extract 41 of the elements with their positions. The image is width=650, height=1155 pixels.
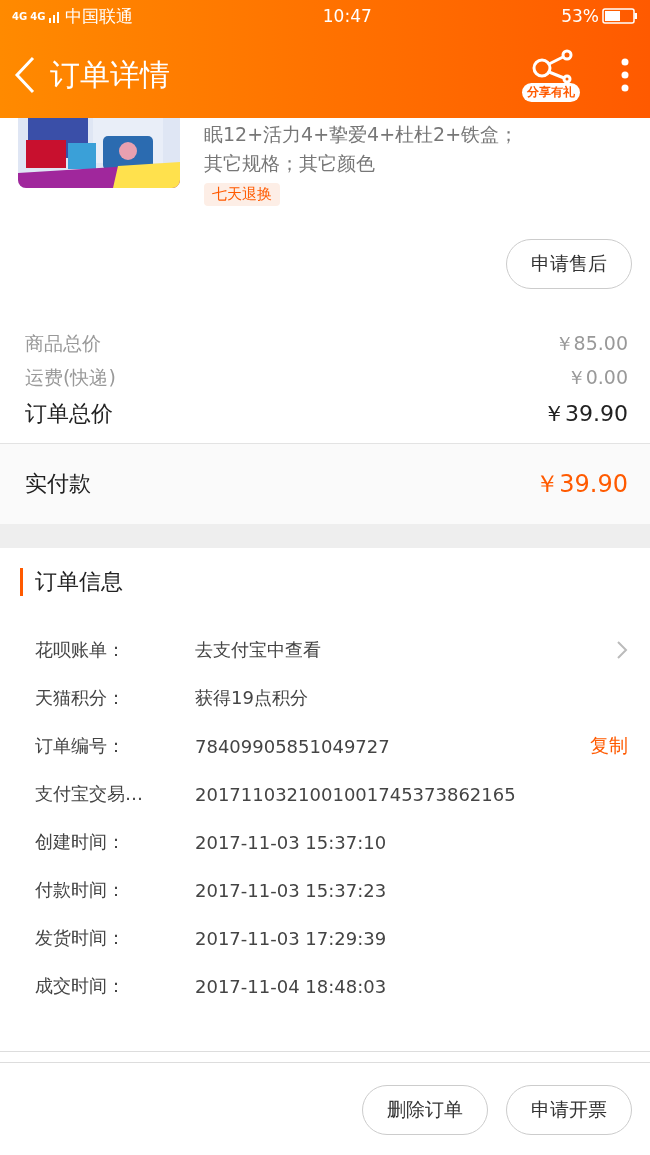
product-spec: 其它规格；其它颜色 xyxy=(204,151,376,176)
price-label: 商品总价 xyxy=(25,331,101,356)
info-value: 2017110321001001745373862165 xyxy=(195,783,517,805)
info-value: 2017-11-04 18:48:03 xyxy=(195,975,388,997)
info-label: 花呗账单： xyxy=(35,638,126,662)
info-value[interactable]: 去支付宝中查看 xyxy=(195,638,616,662)
info-value: 2017-11-03 15:37:23 xyxy=(195,879,388,901)
action-button[interactable]: 申请开票 xyxy=(506,1085,632,1135)
price-label: 订单总价 xyxy=(25,400,113,428)
price-value: ￥0.00 xyxy=(566,365,628,390)
network-type: 4G xyxy=(12,10,28,22)
paid-label: 实付款 xyxy=(25,470,91,498)
paid-amount: ￥39.90 xyxy=(535,469,628,500)
price-value: ￥85.00 xyxy=(554,331,628,356)
info-label: 支付宝交易… xyxy=(35,782,144,806)
info-value: 2017-11-03 17:29:39 xyxy=(195,927,388,949)
info-value: 获得19点积分 xyxy=(195,686,309,710)
info-value: 2017-11-03 15:37:10 xyxy=(195,831,388,853)
section-title: 订单信息 xyxy=(20,568,628,596)
chevron-right-icon[interactable] xyxy=(616,640,628,660)
return-tag: 七天退换 xyxy=(204,183,280,206)
after-sale-button[interactable]: 申请售后 xyxy=(506,239,632,289)
network-type: 4G xyxy=(30,10,46,22)
info-label: 成交时间： xyxy=(35,974,126,998)
more-icon[interactable] xyxy=(620,58,630,92)
info-label: 创建时间： xyxy=(35,830,126,854)
page-title: 订单详情 xyxy=(50,55,171,94)
info-label: 订单编号： xyxy=(35,734,126,758)
price-value: ￥39.90 xyxy=(543,400,628,428)
back-icon[interactable] xyxy=(14,56,36,94)
product-spec: 眠12+活力4+挚爱4+杜杜2+铁盒； xyxy=(204,122,519,147)
action-button[interactable]: 删除订单 xyxy=(362,1085,488,1135)
clock: 10:47 xyxy=(322,6,372,26)
info-label: 天猫积分： xyxy=(35,686,126,710)
info-value: 78409905851049727 xyxy=(195,735,391,757)
carrier-name: 中国联通 xyxy=(65,4,134,28)
info-label: 发货时间： xyxy=(35,926,126,950)
battery-percent: 53% xyxy=(561,6,599,26)
info-label: 付款时间： xyxy=(35,878,126,902)
price-label: 运费(快递) xyxy=(25,365,116,390)
battery-icon xyxy=(602,8,638,24)
